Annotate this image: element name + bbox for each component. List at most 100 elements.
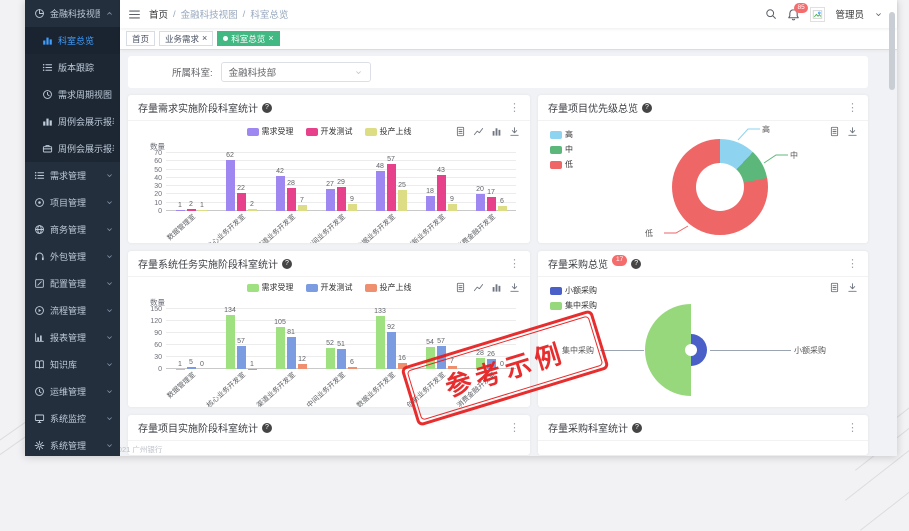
x-tick: 消费金融开发室 [466,211,516,241]
more-icon[interactable]: ⋮ [509,257,520,270]
scrollbar-thumb[interactable] [889,12,895,90]
bar-group: 485725 [366,153,416,211]
sidebar-item-label: 运维管理 [50,385,100,398]
legend-item[interactable]: 高 [550,129,573,140]
department-select[interactable]: 金融科技部 [221,62,371,82]
sidebar-item[interactable]: 运维管理 [25,378,120,405]
x-tick: 核心业务开发室 [216,211,266,241]
download-icon[interactable] [847,126,858,137]
bar-group: 52516 [316,309,366,369]
y-tick-label: 60 [154,158,162,165]
help-icon[interactable]: ? [262,103,272,113]
bar: 62 [226,160,235,211]
bar-toggle-icon[interactable] [491,126,502,137]
data-view-icon[interactable] [455,282,466,293]
sidebar-collapse-button[interactable] [128,8,141,21]
sidebar-item-label: 周例会展示报表-采购 [58,142,114,155]
bar: 57 [387,164,396,211]
line-toggle-icon[interactable] [473,282,484,293]
bar: 92 [387,332,396,369]
user-menu[interactable]: 管理员 [835,7,864,21]
help-icon[interactable]: ? [282,259,292,269]
more-icon[interactable]: ⋮ [509,421,520,434]
bar-group: 20176 [466,153,516,211]
more-icon[interactable]: ⋮ [847,101,858,114]
y-tick-label: 60 [154,342,162,349]
chart-toolbar [455,126,520,137]
sidebar-item[interactable]: 科室总览 [25,27,120,54]
data-view-icon[interactable] [829,126,840,137]
bar-value-label: 9 [350,196,354,203]
legend-item[interactable]: 投产上线 [365,282,412,293]
bar: 17 [487,197,496,211]
more-icon[interactable]: ⋮ [847,257,858,270]
breadcrumb-home[interactable]: 首页 [149,7,168,21]
pie-chart-icon [34,8,45,19]
sidebar-item-label: 知识库 [50,358,100,371]
tab-label: 科室总览 [231,33,265,45]
help-icon[interactable]: ? [632,423,642,433]
help-icon[interactable]: ? [631,259,641,269]
close-icon[interactable]: × [268,34,273,43]
leader-line [710,350,791,351]
legend-item[interactable]: 中 [550,144,573,155]
line-toggle-icon[interactable] [473,126,484,137]
legend-item[interactable]: 需求受理 [247,282,294,293]
download-icon[interactable] [509,282,520,293]
sidebar-item[interactable]: 商务管理 [25,216,120,243]
chevron-down-icon [105,225,114,234]
close-icon[interactable]: × [202,34,207,43]
notifications-button[interactable]: 85 [787,8,800,21]
sidebar-item[interactable]: 需求管理 [25,162,120,189]
sidebar-item[interactable]: 需求周期视图 [25,81,120,108]
download-icon[interactable] [847,282,858,293]
legend-item[interactable]: 低 [550,159,573,170]
legend-item[interactable]: 集中采购 [550,300,597,311]
sidebar-item[interactable]: 流程管理 [25,297,120,324]
avatar[interactable] [810,7,825,22]
legend-label: 投产上线 [380,126,412,137]
more-icon[interactable]: ⋮ [509,101,520,114]
bar-value-label: 12 [298,356,306,363]
data-view-icon[interactable] [829,282,840,293]
help-icon[interactable]: ? [642,103,652,113]
sidebar-item[interactable]: 系统管理 [25,432,120,456]
more-icon[interactable]: ⋮ [847,421,858,434]
download-icon[interactable] [509,126,520,137]
sidebar-item[interactable]: 金融科技视图 [25,0,120,27]
copyright: © 2021 广州银行 [120,444,162,455]
data-view-icon[interactable] [455,126,466,137]
sidebar-item[interactable]: 项目管理 [25,189,120,216]
search-icon[interactable] [765,8,777,20]
sidebar-item[interactable]: 版本跟踪 [25,54,120,81]
chart-toolbar [829,282,858,293]
legend-item[interactable]: 小额采购 [550,285,597,296]
bar-value-label: 25 [398,182,406,189]
sidebar-item-label: 配置管理 [50,277,100,290]
sidebar-item[interactable]: 周例会展示报表-采购 [25,135,120,162]
help-icon[interactable]: ? [262,423,272,433]
legend-swatch [365,284,377,292]
chevron-down-icon [105,333,114,342]
sidebar-item[interactable]: 知识库 [25,351,120,378]
card-demand-stage: 存量需求实施阶段科室统计 ? ⋮ 需求受理开发测试投产上线数量010203040… [128,95,530,243]
legend-label: 开发测试 [321,126,353,137]
legend-item[interactable]: 开发测试 [306,282,353,293]
legend-item[interactable]: 开发测试 [306,126,353,137]
tab-item[interactable]: 首页 [126,31,155,46]
sidebar-item[interactable]: 配置管理 [25,270,120,297]
sidebar-item[interactable]: 周例会展示报表-项目 [25,108,120,135]
legend-item[interactable]: 投产上线 [365,126,412,137]
sidebar-item[interactable]: 报表管理 [25,324,120,351]
tab-active[interactable]: 科室总览× [217,31,279,46]
bar-value-label: 2 [189,201,193,208]
card-procurement-dept: 存量采购科室统计 ? ⋮ [538,415,868,455]
tab-item[interactable]: 业务需求× [159,31,213,46]
sidebar-item[interactable]: 系统监控 [25,405,120,432]
sidebar-item[interactable]: 外包管理 [25,243,120,270]
bar-toggle-icon[interactable] [491,282,502,293]
bar-value-label: 6 [350,359,354,366]
process-icon [34,305,45,316]
breadcrumb-section[interactable]: 金融科技视图 [181,7,238,21]
legend-item[interactable]: 需求受理 [247,126,294,137]
